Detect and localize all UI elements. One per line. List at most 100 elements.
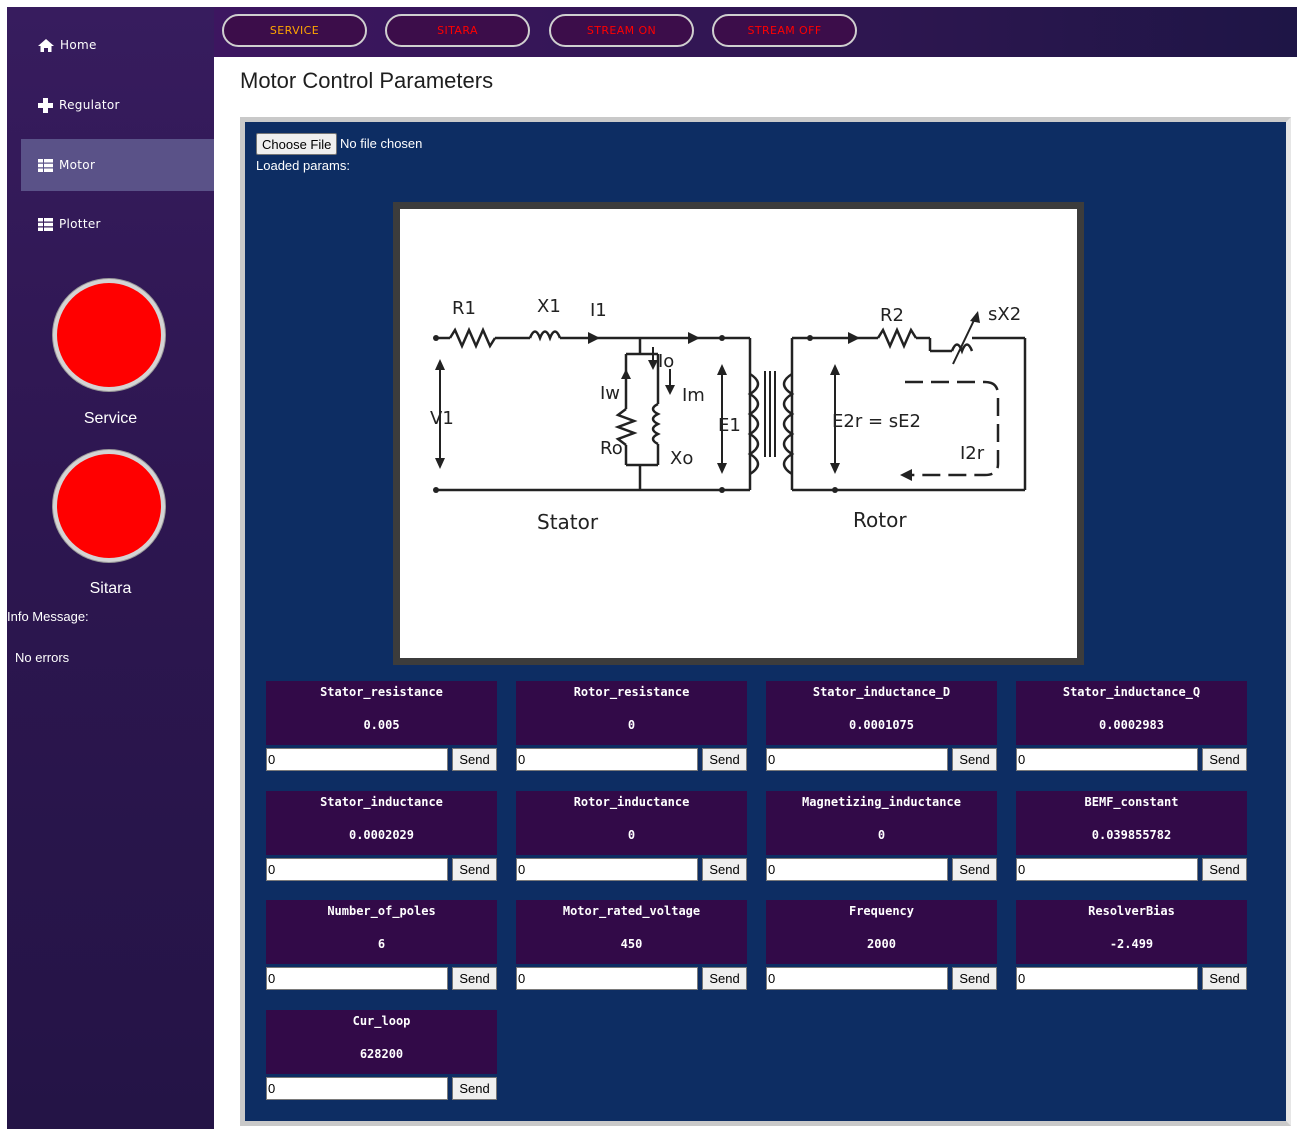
param-name: Stator_resistance — [320, 685, 443, 699]
param-value: -2.499 — [1109, 937, 1154, 951]
param-input[interactable] — [516, 858, 698, 881]
param-card-stator-inductance: Stator_inductance 0.0002029 Send — [266, 791, 497, 899]
param-value: 0 — [627, 718, 636, 732]
param-input[interactable] — [266, 967, 448, 990]
param-name: BEMF_constant — [1084, 795, 1179, 809]
param-name: Stator_inductance_Q — [1062, 685, 1201, 699]
param-header: Stator_inductance_Q 0.0002983 — [1016, 681, 1247, 745]
param-card-number-of-poles: Number_of_poles 6 Send — [266, 900, 497, 1008]
param-name: Magnetizing_inductance — [802, 795, 961, 809]
param-card-frequency: Frequency 2000 Send — [766, 900, 997, 1008]
param-header: Cur_loop 628200 — [266, 1010, 497, 1074]
sidebar-item-label: Regulator — [59, 98, 120, 112]
send-button[interactable]: Send — [702, 748, 747, 771]
send-button[interactable]: Send — [1202, 748, 1247, 771]
sitara-indicator[interactable] — [57, 454, 161, 558]
send-button[interactable]: Send — [702, 858, 747, 881]
param-value: 628200 — [359, 1047, 404, 1061]
param-input[interactable] — [266, 1077, 448, 1100]
e2r-label: E2r = sE2 — [832, 411, 921, 432]
param-value: 0.0002029 — [348, 828, 415, 842]
sidebar-item-motor[interactable]: Motor — [21, 139, 214, 191]
info-message-text: No errors — [15, 650, 70, 665]
param-value: 0.0002983 — [1098, 718, 1165, 732]
service-indicator[interactable] — [57, 283, 161, 387]
i2r-label: I2r — [960, 443, 985, 464]
service-button[interactable]: SERVICE — [222, 14, 367, 47]
param-name: Frequency — [848, 904, 915, 918]
param-input[interactable] — [766, 748, 948, 771]
param-input[interactable] — [1016, 967, 1198, 990]
sidebar-item-label: Plotter — [59, 217, 101, 231]
sx2-label: sX2 — [988, 304, 1021, 325]
param-name: Rotor_resistance — [573, 685, 690, 699]
param-card-stator-resistance: Stator_resistance 0.005 Send — [266, 681, 497, 789]
service-label: Service — [83, 410, 138, 427]
stream-on-button[interactable]: STREAM ON — [549, 14, 694, 47]
param-name: Stator_inductance_D — [812, 685, 951, 699]
choose-file-button[interactable]: Choose File — [256, 133, 338, 155]
sidebar-item-label: Home — [60, 38, 97, 52]
sitara-button[interactable]: SITARA — [385, 14, 530, 47]
stream-off-button[interactable]: STREAM OFF — [712, 14, 857, 47]
param-input[interactable] — [1016, 748, 1198, 771]
send-button[interactable]: Send — [952, 858, 997, 881]
info-message-label: Info Message: — [7, 609, 89, 624]
param-name: Motor_rated_voltage — [562, 904, 701, 918]
param-input[interactable] — [766, 967, 948, 990]
param-card-motor-rated-voltage: Motor_rated_voltage 450 Send — [516, 900, 747, 1008]
send-button[interactable]: Send — [952, 967, 997, 990]
r2-label: R2 — [880, 305, 904, 326]
param-value: 0.005 — [363, 718, 400, 732]
param-name: Number_of_poles — [327, 904, 436, 918]
param-header: Frequency 2000 — [766, 900, 997, 964]
iw-label: Iw — [600, 383, 620, 404]
param-card-cur-loop: Cur_loop 628200 Send — [266, 1010, 497, 1118]
param-header: Number_of_poles 6 — [266, 900, 497, 964]
param-card-rotor-resistance: Rotor_resistance 0 Send — [516, 681, 747, 789]
e1-label: E1 — [718, 415, 741, 436]
home-icon — [38, 38, 54, 52]
param-input[interactable] — [516, 967, 698, 990]
v1-label: V1 — [430, 408, 454, 429]
send-button[interactable]: Send — [952, 748, 997, 771]
param-input[interactable] — [266, 748, 448, 771]
rotor-label: Rotor — [853, 508, 907, 532]
r1-label: R1 — [452, 298, 476, 319]
send-button[interactable]: Send — [452, 858, 497, 881]
param-input[interactable] — [766, 858, 948, 881]
xo-label: Xo — [670, 448, 693, 469]
param-header: ResolverBias -2.499 — [1016, 900, 1247, 964]
sidebar-item-plotter[interactable]: Plotter — [21, 198, 214, 250]
param-card-stator-inductance-d: Stator_inductance_D 0.0001075 Send — [766, 681, 997, 789]
param-value: 0.039855782 — [1091, 828, 1172, 842]
list-icon — [38, 217, 53, 231]
param-header: Motor_rated_voltage 450 — [516, 900, 747, 964]
param-name: Rotor_inductance — [573, 795, 690, 809]
top-toolbar: SERVICE SITARA STREAM ON STREAM OFF — [214, 7, 1297, 57]
send-button[interactable]: Send — [1202, 858, 1247, 881]
io-label: Io — [658, 351, 674, 372]
param-name: Cur_loop — [352, 1014, 411, 1028]
param-input[interactable] — [1016, 858, 1198, 881]
param-value: 0 — [877, 828, 886, 842]
send-button[interactable]: Send — [1202, 967, 1247, 990]
param-value: 2000 — [867, 937, 896, 951]
param-value: 450 — [620, 937, 643, 951]
file-status-text: No file chosen — [340, 136, 423, 151]
send-button[interactable]: Send — [702, 967, 747, 990]
sidebar-item-regulator[interactable]: Regulator — [21, 79, 214, 131]
param-card-bemf-constant: BEMF_constant 0.039855782 Send — [1016, 791, 1247, 899]
i1-label: I1 — [590, 300, 607, 321]
send-button[interactable]: Send — [452, 748, 497, 771]
circuit-diagram-svg: R1 X1 I1 Io Iw Im Ro Xo V1 E1 R2 sX2 E2r… — [430, 296, 1027, 534]
param-header: Magnetizing_inductance 0 — [766, 791, 997, 855]
param-header: Stator_inductance 0.0002029 — [266, 791, 497, 855]
param-input[interactable] — [516, 748, 698, 771]
param-header: Stator_inductance_D 0.0001075 — [766, 681, 997, 745]
send-button[interactable]: Send — [452, 1077, 497, 1100]
param-input[interactable] — [266, 858, 448, 881]
sidebar-item-home[interactable]: Home — [21, 19, 214, 71]
param-value: 0.0001075 — [848, 718, 915, 732]
send-button[interactable]: Send — [452, 967, 497, 990]
